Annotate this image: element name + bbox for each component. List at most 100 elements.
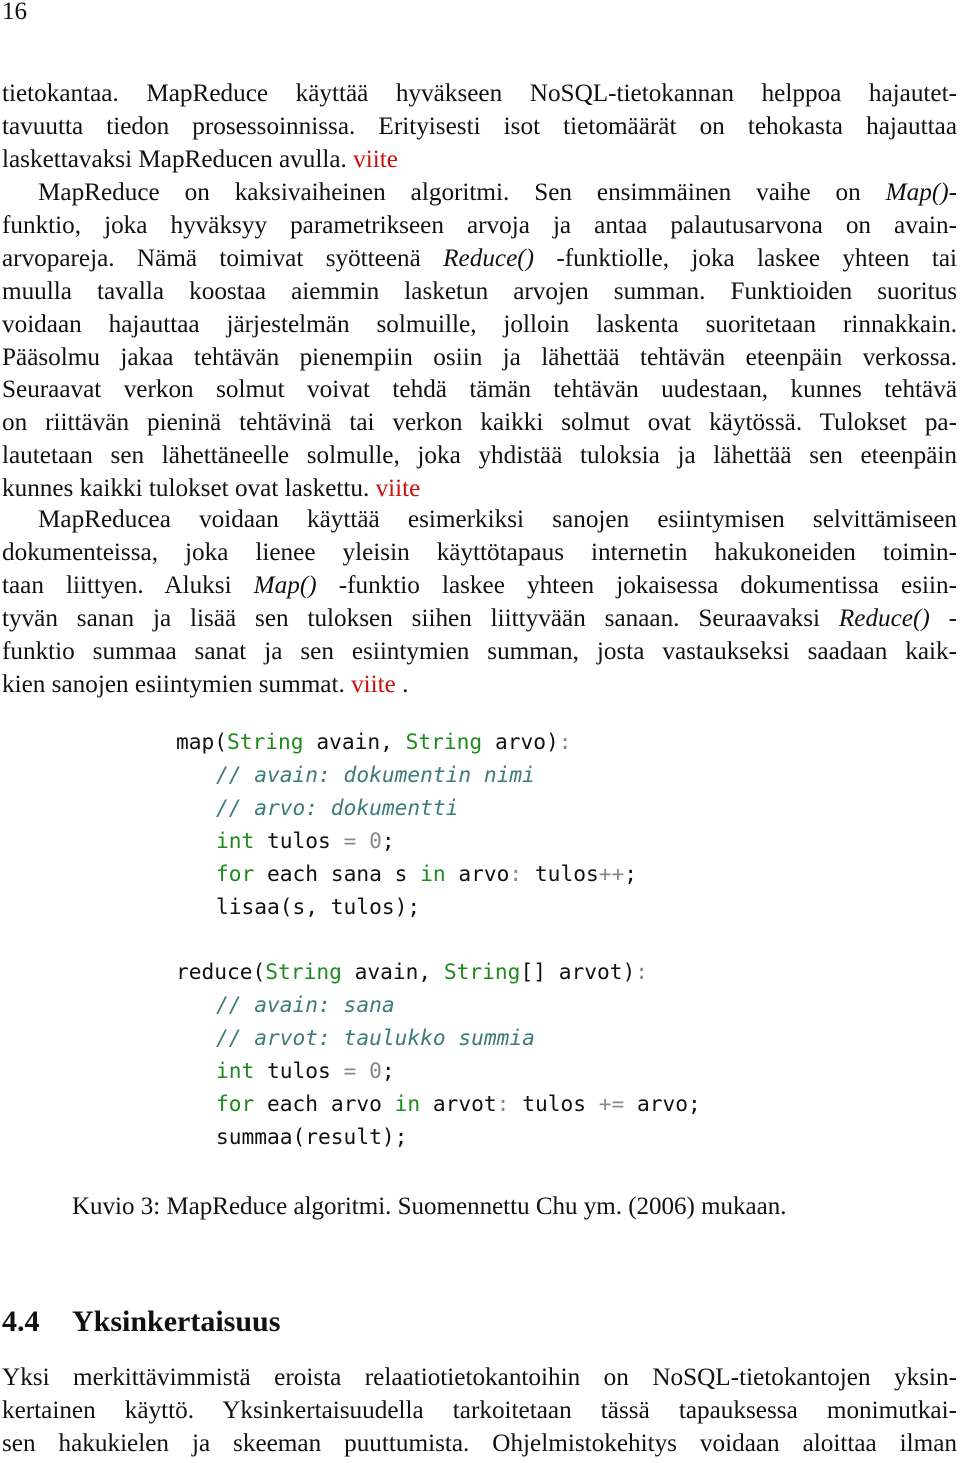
text-line: Yksi merkittävimmistä eroista relaatioti… [2,1364,957,1391]
text-line: laskettavaksi MapReducen avulla. viite [2,144,957,177]
section-title: Yksinkertaisuus [72,1305,281,1338]
text-span: kunnes kaikki tulokset ovat laskettu. [2,475,370,503]
code-token: avain, [341,959,444,985]
text-span: MapReduce on kaksivaiheinen algoritmi. S… [38,179,861,206]
reference-link[interactable]: viite [376,475,421,502]
code-line: int tulos = 0; [176,1055,701,1088]
code-line: int tulos = 0; [176,825,701,858]
code-line: lisaa(s, tulos); [216,893,421,919]
function-name: Map() [885,179,949,206]
text-line: lautetaan sen lähettäneelle solmulle, jo… [2,442,957,470]
function-name: Map() [253,571,317,599]
code-operator: = 0 [343,1058,382,1084]
code-token: tulos [522,860,599,886]
code-keyword: int [216,827,255,853]
text-span: - [948,179,957,206]
code-comment: // avain: dokumentin nimi [216,761,535,787]
code-token: avain, [303,729,406,754]
text-line: taan liittyen. Aluksi Map() -funktio las… [2,570,957,603]
text-line: on riittävän pieninä tehtävinä tai verko… [2,409,957,437]
code-token: arvo; [624,1090,701,1116]
code-token: tulos [509,1090,599,1116]
text-span: taan liittyen. Aluksi [2,571,232,599]
reference-link[interactable]: viite [351,671,396,698]
code-token: arvo) [482,729,559,754]
text-line: tietokantaa. MapReduce käyttää hyväkseen… [2,80,957,107]
reference-link[interactable]: viite [353,146,398,173]
section-heading: 4.4 Yksinkertaisuus [2,1305,280,1339]
paragraph-simplicity: Yksi merkittävimmistä eroista relaatioti… [2,1362,957,1461]
code-line: summaa(result); [216,1123,408,1149]
code-keyword: for [216,860,255,886]
paragraph-mapreduce-algorithm: MapReduce on kaksivaiheinen algoritmi. S… [2,177,957,506]
function-name: Reduce() [443,244,535,272]
text-line: funktio, joka hyväksyy parametrikseen ar… [2,211,957,239]
text-line: kertainen käyttö. Yksinkertaisuudella ta… [2,1396,957,1424]
text-line: MapReduce on kaksivaiheinen algoritmi. S… [2,177,957,210]
code-operator: : [558,729,572,754]
text-line: sen hakukielen ja skeeman puuttumista. O… [2,1429,957,1457]
code-operator: ++ [598,860,625,886]
section-number: 4.4 [2,1305,40,1338]
code-operator: : [635,959,649,985]
text-line: Pääsolmu jakaa tehtävän pienempiin osiin… [2,343,957,371]
text-line: tyvän sanan ja lisää sen tuloksen siihen… [2,603,957,636]
text-span: kien sanojen esiintymien summat. [2,670,345,698]
code-token: map( [176,729,228,754]
code-token: each arvo [254,1090,395,1116]
code-keyword: String [405,729,483,754]
code-line-reduce-signature: reduce(String avain, String[] arvot): [176,956,701,989]
text-line: voidaan hajauttaa järjestelmän solmuille… [2,310,957,338]
code-comment: // avain: sana [216,992,395,1018]
text-span: - [948,604,958,632]
code-line: for each arvo in arvot: tulos += arvo; [176,1088,701,1121]
code-operator: : [509,860,523,886]
code-token: tulos [254,827,344,853]
code-token: each sana s [254,860,421,886]
code-token: arvot [420,1090,497,1116]
text-span: tyvän sanan ja lisää sen tuloksen siihen… [2,604,821,632]
code-keyword: int [216,1058,255,1084]
code-keyword: in [394,1090,421,1116]
code-token: ; [624,860,637,886]
code-operator: += [598,1090,625,1116]
code-keyword: String [227,729,304,754]
figure-caption: Kuvio 3: MapReduce algoritmi. Suomennett… [72,1193,787,1220]
text-span: arvopareja. Nämä toimivat syötteenä [2,244,421,272]
paragraph-nosql-intro: tietokantaa. MapReduce käyttää hyväkseen… [2,78,957,177]
code-keyword: String [265,959,342,985]
code-operator: = 0 [343,827,382,853]
code-keyword: for [216,1090,255,1116]
code-token: [] arvot) [520,959,636,985]
code-keyword: in [420,860,446,886]
text-span: -funktiolle, joka laskee yhteen tai [556,244,957,272]
text-line: kunnes kaikki tulokset ovat laskettu. vi… [2,473,957,506]
page-number: 16 [2,0,27,25]
code-listing: map(String avain, String arvo):// avain:… [176,726,701,1154]
text-line: dokumenteissa, joka lienee yleisin käytt… [2,538,957,566]
text-line: kien sanojen esiintymien summat. viite . [2,669,957,702]
code-token: ; [381,827,395,853]
code-token: arvo [445,860,510,886]
text-line: muulla tavalla koostaa aiemmin lasketun … [2,277,957,305]
text-line: arvopareja. Nämä toimivat syötteenä Redu… [2,243,957,276]
text-line: Seuraavat verkon solmut voivat tehdä täm… [2,376,957,404]
text-span: . [402,670,409,698]
function-name: Reduce() [838,604,930,632]
code-token: tulos [254,1058,344,1084]
paragraph-word-count-example: MapReducea voidaan käyttää esimerkiksi s… [2,504,957,701]
text-span: -funktio laskee yhteen jokaisessa dokume… [338,571,957,599]
code-line-map-signature: map(String avain, String arvo): [176,726,701,759]
text-line: funktio summaa sanat ja sen esiintymien … [2,637,957,665]
code-operator: : [496,1090,510,1116]
code-token: reduce( [176,959,266,985]
code-comment: // arvo: dokumentti [216,794,459,820]
code-line: for each sana s in arvo: tulos++; [176,858,701,891]
code-keyword: String [443,959,521,985]
code-token: ; [381,1058,395,1084]
text-span: laskettavaksi MapReducen avulla. [2,145,347,173]
text-line: tavuutta tiedon prosessoinnissa. Erityis… [2,112,957,140]
code-comment: // arvot: taulukko summia [216,1025,535,1051]
text-line: MapReducea voidaan käyttää esimerkiksi s… [38,506,957,533]
